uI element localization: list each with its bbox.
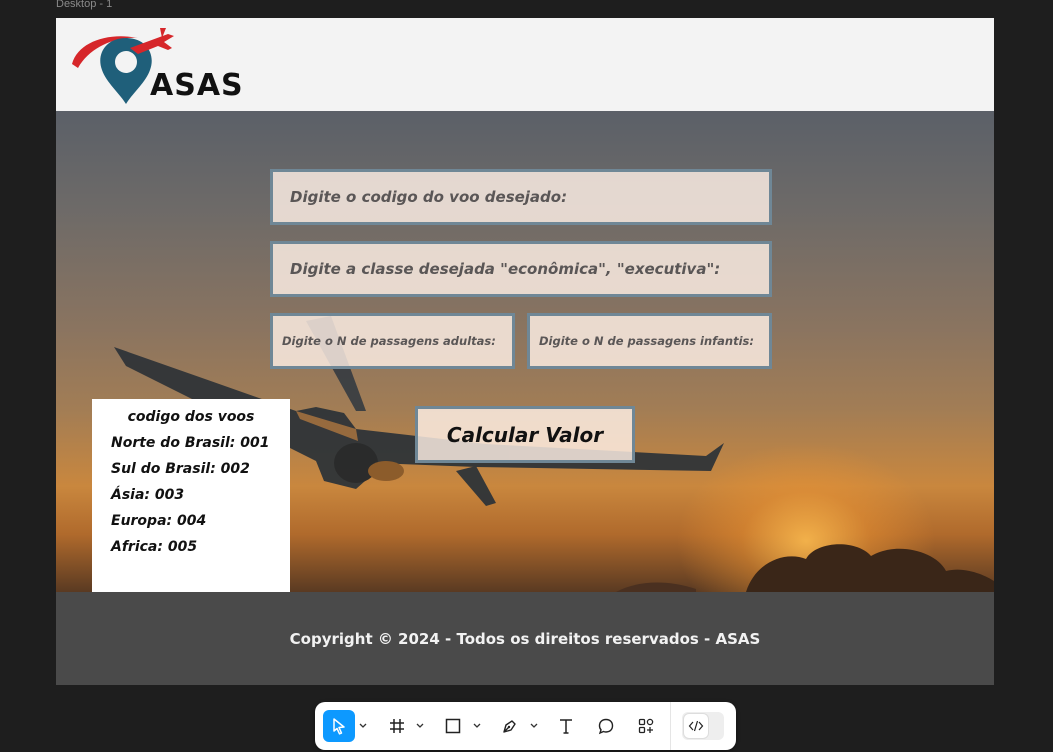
flight-codes-panel: codigo dos voos Norte do Brasil: 001 Sul… bbox=[92, 399, 290, 592]
copyright-text: Copyright © 2024 - Todos os direitos res… bbox=[289, 629, 761, 648]
calculate-button-label: Calcular Valor bbox=[446, 422, 604, 447]
class-input[interactable]: Digite a classe desejada "econômica", "e… bbox=[270, 241, 772, 297]
class-placeholder: Digite a classe desejada "econômica", "e… bbox=[290, 260, 721, 278]
flight-code-item: Europa: 004 bbox=[111, 513, 207, 529]
text-tool-button[interactable] bbox=[550, 710, 582, 742]
comment-bubble-icon bbox=[598, 718, 614, 735]
adult-passengers-placeholder: Digite o N de passagens adultas: bbox=[282, 334, 496, 348]
child-passengers-placeholder: Digite o N de passagens infantis: bbox=[539, 334, 755, 348]
frame-label[interactable]: Desktop - 1 bbox=[56, 0, 112, 10]
dev-mode-button[interactable] bbox=[683, 713, 709, 739]
code-brackets-icon bbox=[688, 720, 704, 732]
hero-section: Digite o codigo do voo desejado: Digite … bbox=[56, 111, 994, 592]
rectangle-tool-button[interactable] bbox=[437, 710, 469, 742]
logo[interactable]: ASAS bbox=[68, 24, 243, 106]
move-tool-dropdown[interactable] bbox=[359, 720, 367, 732]
site-header: ASAS bbox=[56, 18, 994, 111]
frame-tool-button[interactable] bbox=[381, 710, 413, 742]
pen-icon bbox=[503, 720, 516, 733]
cursor-arrow-icon bbox=[333, 718, 345, 735]
pen-tool-dropdown[interactable] bbox=[530, 720, 538, 732]
desktop-frame: ASAS Digite o codigo do voo desejado: Di… bbox=[56, 18, 994, 685]
frame-tool-dropdown[interactable] bbox=[416, 720, 424, 732]
adult-passengers-input[interactable]: Digite o N de passagens adultas: bbox=[270, 313, 515, 369]
design-toolbar bbox=[315, 702, 736, 750]
rectangle-icon bbox=[445, 718, 461, 734]
pen-tool-button[interactable] bbox=[494, 710, 526, 742]
rectangle-tool-dropdown[interactable] bbox=[473, 720, 481, 732]
logo-text: ASAS bbox=[150, 68, 244, 103]
move-tool-button[interactable] bbox=[323, 710, 355, 742]
chevron-down-icon bbox=[473, 723, 481, 728]
components-icon bbox=[638, 718, 654, 734]
flight-codes-title: codigo dos voos bbox=[127, 409, 255, 425]
flight-code-item: Norte do Brasil: 001 bbox=[111, 435, 270, 451]
flight-code-placeholder: Digite o codigo do voo desejado: bbox=[290, 188, 568, 206]
chevron-down-icon bbox=[359, 723, 367, 728]
calculate-button[interactable]: Calcular Valor bbox=[415, 406, 635, 463]
dev-mode-toggle[interactable] bbox=[682, 712, 724, 740]
flight-code-item: Ásia: 003 bbox=[111, 487, 185, 503]
flight-code-item: Africa: 005 bbox=[111, 539, 198, 555]
text-t-icon bbox=[560, 719, 572, 734]
components-tool-button[interactable] bbox=[630, 710, 662, 742]
site-footer: Copyright © 2024 - Todos os direitos res… bbox=[56, 592, 994, 685]
toolbar-divider bbox=[670, 702, 671, 750]
flight-code-item: Sul do Brasil: 002 bbox=[111, 461, 250, 477]
flight-code-input[interactable]: Digite o codigo do voo desejado: bbox=[270, 169, 772, 225]
chevron-down-icon bbox=[530, 723, 538, 728]
chevron-down-icon bbox=[416, 723, 424, 728]
comment-tool-button[interactable] bbox=[590, 710, 622, 742]
frame-hash-icon bbox=[390, 719, 404, 733]
child-passengers-input[interactable]: Digite o N de passagens infantis: bbox=[527, 313, 772, 369]
